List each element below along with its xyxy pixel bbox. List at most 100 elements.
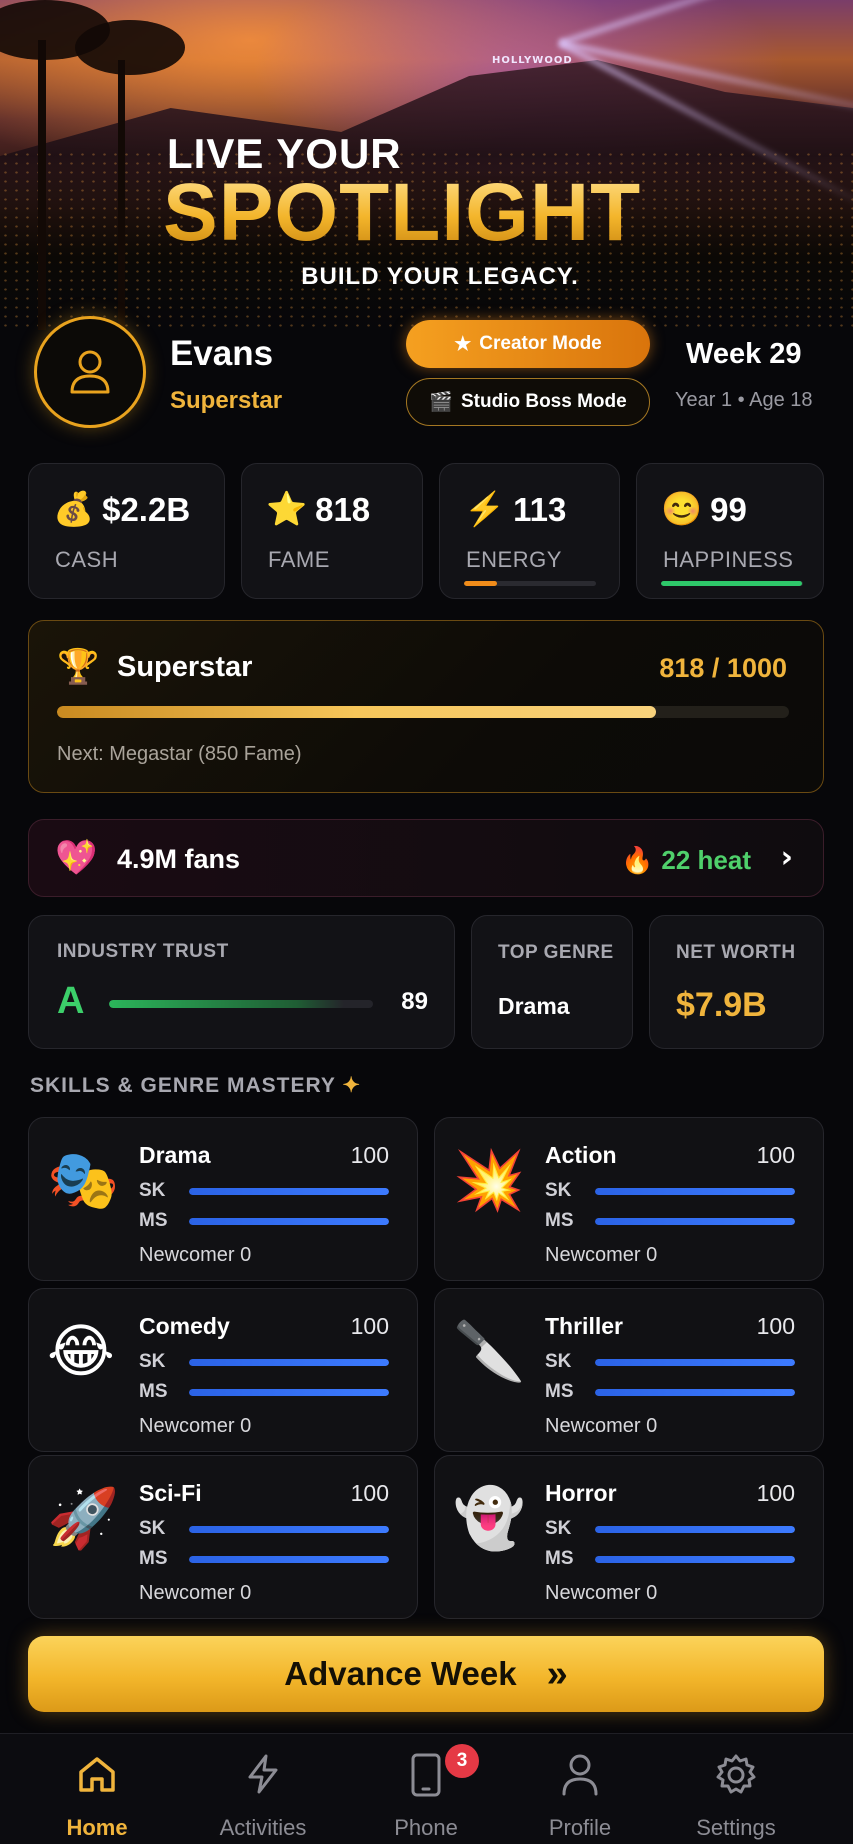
- skill-label: SK: [545, 1180, 572, 1201]
- mastery-label: MS: [139, 1381, 168, 1402]
- skill-card-horror[interactable]: 👻 Horror 100 SK MS Newcomer 0: [434, 1455, 824, 1619]
- stat-card-energy[interactable]: ⚡ 113 ENERGY: [439, 463, 620, 599]
- hero-title-line2: SPOTLIGHT: [163, 167, 642, 258]
- nav-settings[interactable]: Settings: [661, 1734, 811, 1844]
- fame-progress-card[interactable]: 🏆 Superstar 818 / 1000 Next: Megastar (8…: [28, 620, 824, 793]
- genre-emoji-icon: 😂: [47, 1319, 115, 1384]
- nav-settings-label: Settings: [696, 1815, 776, 1840]
- skill-bar-fill: [189, 1359, 389, 1366]
- industry-trust-card[interactable]: INDUSTRY TRUST A 89: [28, 915, 455, 1049]
- nav-home-label: Home: [66, 1815, 128, 1840]
- studio-mode-label: Studio Boss Mode: [460, 391, 627, 412]
- genre-score: 100: [756, 1142, 795, 1168]
- next-tier-text: Next: Megastar (850 Fame): [57, 743, 302, 765]
- spotlight-beam: [559, 0, 853, 46]
- top-genre-card[interactable]: TOP GENRE Drama: [471, 915, 633, 1049]
- mastery-bar-fill: [595, 1389, 795, 1396]
- clapperboard-icon: 🎬: [429, 392, 453, 413]
- genre-score: 100: [756, 1480, 795, 1506]
- skill-card-action[interactable]: 💥 Action 100 SK MS Newcomer 0: [434, 1117, 824, 1281]
- energy-value: 113: [513, 490, 567, 528]
- skill-bar-fill: [189, 1526, 389, 1533]
- genre-score: 100: [350, 1313, 389, 1339]
- mastery-bar-fill: [189, 1389, 389, 1396]
- skill-card-comedy[interactable]: 😂 Comedy 100 SK MS Newcomer 0: [28, 1288, 418, 1452]
- skill-label: SK: [139, 1518, 166, 1539]
- happiness-bar-fill: [661, 581, 802, 586]
- nav-activities[interactable]: Activities: [188, 1734, 338, 1844]
- skill-card-thriller[interactable]: 🔪 Thriller 100 SK MS Newcomer 0: [434, 1288, 824, 1452]
- fame-progress-fill: [57, 706, 656, 718]
- skill-card-drama[interactable]: 🎭 Drama 100 SK MS Newcomer 0: [28, 1117, 418, 1281]
- trust-grade: A: [57, 980, 85, 1022]
- trust-value: 89: [401, 988, 428, 1015]
- year-age: Year 1 • Age 18: [675, 389, 813, 411]
- week-counter: Week 29: [686, 338, 802, 370]
- mastery-bar-fill: [595, 1556, 795, 1563]
- skills-title-text: SKILLS & GENRE MASTERY: [30, 1074, 336, 1097]
- mastery-label: MS: [545, 1381, 574, 1402]
- advance-week-button[interactable]: Advance Week »: [28, 1636, 824, 1712]
- nav-profile-label: Profile: [548, 1815, 612, 1840]
- skill-bar: [595, 1188, 795, 1195]
- lightning-icon: [248, 1754, 278, 1794]
- fame-value: 818: [315, 490, 371, 528]
- skill-bar-fill: [595, 1359, 795, 1366]
- genre-level: Newcomer 0: [139, 1582, 252, 1604]
- player-rank: Superstar: [170, 387, 283, 414]
- smiley-icon: 😊: [661, 490, 703, 527]
- star-icon: ★: [454, 333, 472, 355]
- stat-card-happiness[interactable]: 😊 99 HAPPINESS: [636, 463, 824, 599]
- fame-label: FAME: [268, 547, 330, 572]
- skill-bar-fill: [595, 1188, 795, 1195]
- trust-bar-fill: [109, 1000, 344, 1008]
- mastery-bar-fill: [189, 1218, 389, 1225]
- hero-subtitle: BUILD YOUR LEGACY.: [301, 263, 579, 290]
- phone-icon: [411, 1753, 441, 1797]
- genre-name: Horror: [545, 1480, 617, 1506]
- stat-card-fame[interactable]: ⭐ 818 FAME: [241, 463, 423, 599]
- heat-value: 22 heat: [661, 845, 751, 875]
- fans-card[interactable]: 💖 4.9M fans 🔥 22 heat ›: [28, 819, 824, 897]
- fans-count: 4.9M fans: [117, 844, 241, 874]
- mastery-label: MS: [139, 1548, 168, 1569]
- skill-bar: [595, 1526, 795, 1533]
- nav-phone[interactable]: Phone: [351, 1734, 501, 1844]
- advance-week-label: Advance Week: [284, 1655, 517, 1692]
- studio-boss-mode-button[interactable]: 🎬 Studio Boss Mode: [406, 378, 650, 426]
- heat-indicator: 🔥 22 heat: [621, 845, 751, 876]
- trophy-icon: 🏆: [57, 648, 100, 686]
- cash-label: CASH: [55, 547, 119, 572]
- mastery-label: MS: [139, 1210, 168, 1231]
- net-worth-value: $7.9B: [676, 986, 767, 1024]
- skill-label: SK: [139, 1180, 166, 1201]
- genre-name: Thriller: [545, 1313, 623, 1339]
- genre-name: Drama: [139, 1142, 211, 1168]
- skill-card-scifi[interactable]: 🚀 Sci-Fi 100 SK MS Newcomer 0: [28, 1455, 418, 1619]
- energy-bar-fill: [464, 581, 497, 586]
- mastery-bar: [595, 1556, 795, 1563]
- nav-home[interactable]: Home: [22, 1734, 172, 1844]
- mastery-bar-fill: [189, 1556, 389, 1563]
- trust-bar: [109, 1000, 373, 1008]
- double-chevron-right-icon: »: [546, 1652, 568, 1695]
- chevron-right-icon[interactable]: ›: [781, 840, 793, 875]
- mastery-label: MS: [545, 1548, 574, 1569]
- star-icon: ⭐: [266, 490, 308, 527]
- skill-bar: [189, 1526, 389, 1533]
- genre-level: Newcomer 0: [545, 1582, 658, 1604]
- creator-mode-label: Creator Mode: [479, 333, 602, 354]
- nav-profile[interactable]: Profile: [505, 1734, 655, 1844]
- energy-bar: [464, 581, 596, 586]
- nav-activities-label: Activities: [219, 1815, 307, 1840]
- creator-mode-button[interactable]: ★ Creator Mode: [406, 320, 650, 368]
- avatar[interactable]: [34, 316, 146, 428]
- top-genre-value: Drama: [498, 993, 570, 1019]
- net-worth-card[interactable]: NET WORTH $7.9B: [649, 915, 824, 1049]
- genre-name: Comedy: [139, 1313, 230, 1339]
- genre-name: Sci-Fi: [139, 1480, 202, 1506]
- mastery-bar: [595, 1389, 795, 1396]
- top-genre-label: TOP GENRE: [498, 942, 614, 963]
- stat-card-cash[interactable]: 💰 $2.2B CASH: [28, 463, 225, 599]
- bottom-nav: Home Activities Phone Profile Settings: [0, 1733, 853, 1844]
